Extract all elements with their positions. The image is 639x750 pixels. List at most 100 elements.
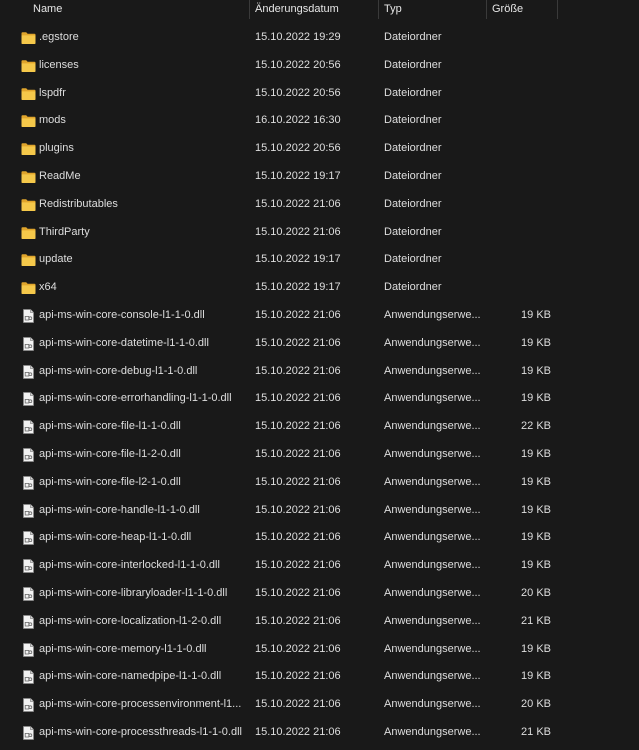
- file-type: Dateiordner: [384, 31, 442, 43]
- modified-date: 15.10.2022 21:06: [255, 642, 341, 655]
- dll-file-icon: [21, 670, 36, 685]
- modified-date: 15.10.2022 21:06: [255, 531, 341, 544]
- list-item[interactable]: api-ms-win-core-namedpipe-l1-1-0.dll 15.1…: [0, 663, 639, 691]
- modified-date: 15.10.2022 21:06: [255, 392, 341, 405]
- file-type: Dateiordner: [384, 58, 442, 71]
- modified-date: 15.10.2022 20:56: [255, 58, 341, 71]
- file-size: 19 KB: [521, 336, 551, 349]
- list-item[interactable]: update 15.10.2022 19:17 Dateiordner: [0, 246, 639, 274]
- list-item[interactable]: api-ms-win-core-file-l2-1-0.dll 15.10.202…: [0, 469, 639, 497]
- file-size: [490, 163, 551, 191]
- list-item[interactable]: x64 15.10.2022 19:17 Dateiordner: [0, 274, 639, 302]
- file-size: 19 KB: [521, 392, 551, 405]
- file-size: [490, 24, 551, 52]
- file-explorer-list: Name Änderungsdatum Typ Größe .egstore 15…: [0, 0, 639, 750]
- dll-file-icon: [21, 587, 36, 601]
- folder-icon: [21, 31, 36, 45]
- file-name: ThirdParty: [39, 225, 90, 238]
- list-item[interactable]: api-ms-win-core-errorhandling-l1-1-0.dll…: [0, 385, 639, 413]
- modified-date: 15.10.2022 20:56: [255, 142, 341, 155]
- file-type: Dateiordner: [384, 169, 442, 182]
- list-item[interactable]: Redistributables 15.10.2022 21:06 Dateiord…: [0, 191, 639, 219]
- file-type: Dateiordner: [384, 253, 442, 266]
- file-size: 19 KB: [521, 447, 551, 460]
- column-divider[interactable]: [378, 0, 379, 19]
- list-item[interactable]: api-ms-win-core-localization-l1-2-0.dll 1…: [0, 608, 639, 636]
- dll-file-icon: [21, 336, 36, 351]
- file-type: Dateiordner: [384, 281, 442, 294]
- file-name: api-ms-win-core-processenvironment-l1...: [39, 698, 242, 711]
- column-divider[interactable]: [486, 0, 487, 19]
- file-name: api-ms-win-core-debug-l1-1-0.dll: [39, 364, 198, 377]
- list-item[interactable]: ThirdParty 15.10.2022 21:06 Dateiordner: [0, 219, 639, 247]
- file-type: Anwendungserwe...: [384, 420, 481, 433]
- file-size: 19 KB: [521, 531, 551, 544]
- file-type: Anwendungserwe...: [384, 447, 481, 460]
- file-size: 20 KB: [521, 586, 551, 599]
- list-item[interactable]: api-ms-win-core-file-l1-1-0.dll 15.10.202…: [0, 413, 639, 441]
- file-size: [490, 52, 551, 80]
- dll-file-icon: [21, 309, 36, 323]
- file-name: api-ms-win-core-console-l1-1-0.dll: [39, 308, 205, 321]
- dll-file-icon: [21, 614, 36, 629]
- file-size: 21 KB: [521, 725, 551, 738]
- modified-date: 15.10.2022 21:06: [255, 559, 341, 572]
- file-type: Anwendungserwe...: [384, 614, 481, 627]
- file-name: ReadMe: [39, 169, 81, 182]
- list-item[interactable]: api-ms-win-core-processenvironment-l1...…: [0, 691, 639, 719]
- list-item[interactable]: ReadMe 15.10.2022 19:17 Dateiordner: [0, 163, 639, 191]
- file-list: .egstore 15.10.2022 19:29 Dateiordner licen…: [0, 24, 639, 747]
- column-header-name[interactable]: Name: [33, 0, 62, 19]
- modified-date: 15.10.2022 21:06: [255, 447, 341, 460]
- list-item[interactable]: api-ms-win-core-debug-l1-1-0.dll 15.10.20…: [0, 358, 639, 386]
- list-item[interactable]: lspdfr 15.10.2022 20:56 Dateiordner: [0, 80, 639, 108]
- file-type: Anwendungserwe...: [384, 475, 481, 488]
- modified-date: 15.10.2022 21:06: [255, 670, 341, 683]
- list-item[interactable]: api-ms-win-core-libraryloader-l1-1-0.dll…: [0, 580, 639, 608]
- file-type: Anwendungserwe...: [384, 336, 481, 349]
- modified-date: 15.10.2022 21:06: [255, 503, 341, 516]
- list-item[interactable]: plugins 15.10.2022 20:56 Dateiordner: [0, 135, 639, 163]
- dll-file-icon: [21, 559, 36, 574]
- file-size: 19 KB: [521, 670, 551, 683]
- file-type: Anwendungserwe...: [384, 725, 481, 738]
- file-name: licenses: [39, 58, 79, 71]
- list-item[interactable]: api-ms-win-core-interlocked-l1-1-0.dll 15…: [0, 552, 639, 580]
- file-size: [490, 219, 551, 247]
- dll-file-icon: [21, 392, 36, 407]
- column-header-date[interactable]: Änderungsdatum: [255, 0, 339, 19]
- modified-date: 15.10.2022 21:06: [255, 614, 341, 627]
- list-item[interactable]: api-ms-win-core-file-l1-2-0.dll 15.10.202…: [0, 441, 639, 469]
- file-name: mods: [39, 114, 66, 127]
- file-name: api-ms-win-core-datetime-l1-1-0.dll: [39, 336, 209, 349]
- file-type: Anwendungserwe...: [384, 698, 481, 711]
- file-type: Anwendungserwe...: [384, 559, 481, 572]
- file-type: Anwendungserwe...: [384, 503, 481, 516]
- column-header-size[interactable]: Größe: [492, 0, 523, 19]
- list-item[interactable]: api-ms-win-core-datetime-l1-1-0.dll 15.10…: [0, 330, 639, 358]
- list-item[interactable]: api-ms-win-core-processthreads-l1-1-0.dl…: [0, 719, 639, 747]
- modified-date: 15.10.2022 21:06: [255, 308, 341, 321]
- list-item[interactable]: mods 16.10.2022 16:30 Dateiordner: [0, 107, 639, 135]
- dll-file-icon: [21, 726, 36, 740]
- column-header-type[interactable]: Typ: [384, 0, 402, 19]
- list-item[interactable]: api-ms-win-core-heap-l1-1-0.dll 15.10.202…: [0, 524, 639, 552]
- modified-date: 15.10.2022 19:17: [255, 281, 341, 294]
- modified-date: 15.10.2022 21:06: [255, 420, 341, 433]
- file-type: Dateiordner: [384, 142, 442, 155]
- list-item[interactable]: licenses 15.10.2022 20:56 Dateiordner: [0, 52, 639, 80]
- file-type: Anwendungserwe...: [384, 531, 481, 544]
- list-item[interactable]: .egstore 15.10.2022 19:29 Dateiordner: [0, 24, 639, 52]
- file-name: api-ms-win-core-file-l1-1-0.dll: [39, 420, 181, 433]
- file-size: [490, 107, 551, 135]
- column-divider[interactable]: [249, 0, 250, 19]
- dll-file-icon: [21, 448, 36, 462]
- list-item[interactable]: api-ms-win-core-handle-l1-1-0.dll 15.10.2…: [0, 497, 639, 525]
- list-item[interactable]: api-ms-win-core-console-l1-1-0.dll 15.10.…: [0, 302, 639, 330]
- column-divider[interactable]: [557, 0, 558, 19]
- file-name: lspdfr: [39, 86, 66, 99]
- modified-date: 16.10.2022 16:30: [255, 114, 341, 127]
- file-name: .egstore: [39, 31, 79, 43]
- list-item[interactable]: api-ms-win-core-memory-l1-1-0.dll 15.10.2…: [0, 636, 639, 664]
- folder-icon: [21, 281, 36, 295]
